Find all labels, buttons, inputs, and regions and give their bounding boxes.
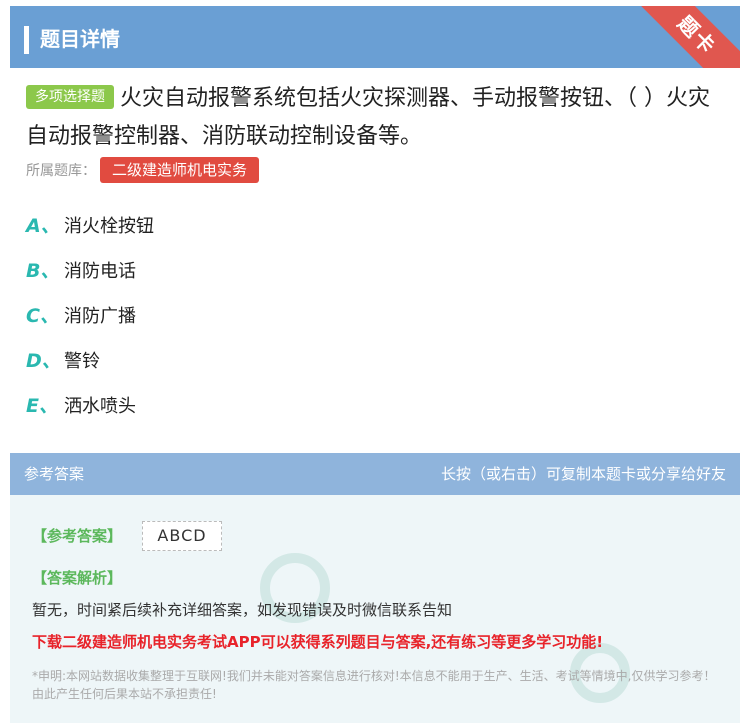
option-text: 消防广播: [64, 306, 136, 327]
option-b[interactable]: B、 消防电话: [26, 253, 154, 298]
answer-section-title: 参考答案: [24, 465, 85, 483]
option-d[interactable]: D、 警铃: [26, 343, 154, 388]
options-list: A、 消火栓按钮 B、 消防电话 C、 消防广播 D、 警铃 E、 洒水喷头: [26, 208, 154, 433]
header-accent-bar: [24, 26, 29, 54]
option-letter: C、: [26, 305, 59, 327]
answer-label: 【参考答案】: [32, 527, 123, 545]
question-bank: 所属题库： 二级建造师机电实务: [26, 157, 260, 183]
card-ribbon: 题卡: [623, 6, 740, 68]
download-promo[interactable]: 下载二级建造师机电实务考试APP可以获得系列题目与答案,还有练习等更多学习功能!: [32, 631, 603, 652]
option-c[interactable]: C、 消防广播: [26, 298, 154, 343]
option-letter: B、: [26, 260, 60, 282]
answer-value: ABCD: [142, 521, 222, 551]
option-e[interactable]: E、 洒水喷头: [26, 388, 154, 433]
option-letter: D、: [26, 350, 61, 372]
option-letter: E、: [26, 395, 58, 417]
option-text: 消火栓按钮: [64, 216, 154, 237]
header: 题目详情 题卡: [10, 6, 740, 68]
option-text: 消防电话: [64, 261, 136, 282]
option-letter: A、: [26, 215, 60, 237]
question-text: 火灾自动报警系统包括火灾探测器、手动报警按钮、（ ）火灾自动报警控制器、消防联动…: [26, 86, 710, 149]
question: 多项选择题 火灾自动报警系统包括火灾探测器、手动报警按钮、（ ）火灾自动报警控制器…: [26, 80, 726, 156]
option-a[interactable]: A、 消火栓按钮: [26, 208, 154, 253]
option-text: 警铃: [64, 351, 100, 372]
share-hint: 长按（或右击）可复制本题卡或分享给好友: [440, 465, 726, 483]
bank-label: 所属题库：: [26, 163, 96, 179]
page-title: 题目详情: [40, 27, 120, 51]
question-type-badge: 多项选择题: [26, 85, 114, 109]
option-text: 洒水喷头: [64, 396, 136, 417]
bank-tag[interactable]: 二级建造师机电实务: [100, 157, 260, 183]
answer-panel: 参考答案 长按（或右击）可复制本题卡或分享给好友 【参考答案】 ABCD 【答案…: [10, 453, 740, 723]
answer-header: 参考答案 长按（或右击）可复制本题卡或分享给好友: [10, 453, 740, 495]
analysis-text: 暂无，时间紧后续补充详细答案，如发现错误及时微信联系告知: [32, 601, 453, 619]
analysis-label: 【答案解析】: [32, 569, 123, 587]
disclaimer: *申明:本网站数据收集整理于互联网!我们并未能对答案信息进行核对!本信息不能用于…: [32, 669, 716, 701]
